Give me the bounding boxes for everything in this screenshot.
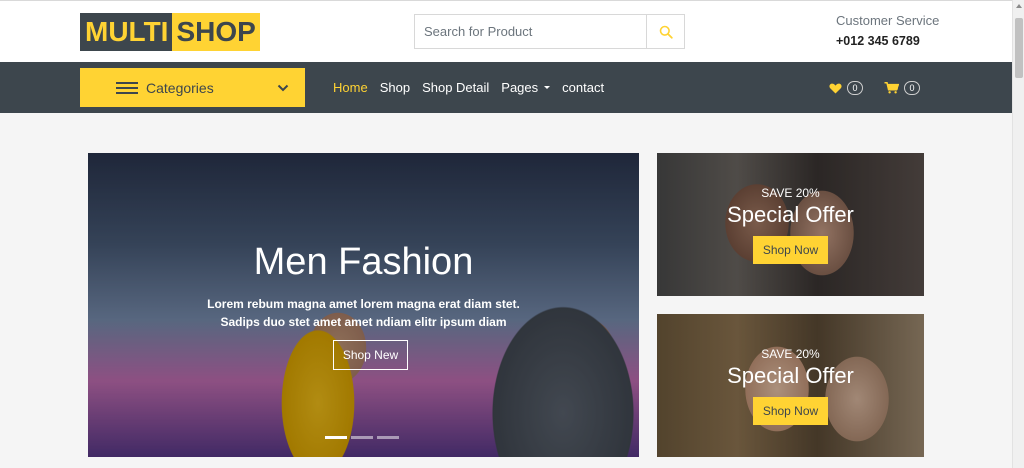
- brand-logo-part2: SHOP: [172, 13, 260, 51]
- categories-label: Categories: [146, 79, 214, 96]
- nav-item-shop[interactable]: Shop: [380, 80, 410, 95]
- page-scrollbar[interactable]: [1012, 0, 1024, 468]
- main-menu: Home Shop Shop Detail Pages contact: [333, 80, 616, 95]
- scrollbar-thumb[interactable]: [1015, 18, 1023, 78]
- nav-item-shop-detail[interactable]: Shop Detail: [422, 80, 489, 95]
- cart-count-badge: 0: [904, 81, 920, 95]
- categories-button[interactable]: Categories: [80, 68, 305, 107]
- customer-service-phone: +012 345 6789: [836, 34, 920, 48]
- hamburger-icon: [116, 81, 138, 94]
- wishlist-count-badge: 0: [847, 81, 863, 95]
- offer-banner-1: SAVE 20% Special Offer Shop Now: [657, 153, 924, 296]
- nav-item-pages[interactable]: Pages: [501, 80, 551, 95]
- navbar: Categories Home Shop Shop Detail Pages c…: [0, 62, 1012, 113]
- cart-link[interactable]: 0: [884, 81, 920, 95]
- offer-shop-button-1[interactable]: Shop Now: [753, 236, 828, 264]
- customer-service: Customer Service +012 345 6789: [836, 13, 939, 48]
- offer-banner-2: SAVE 20% Special Offer Shop Now: [657, 314, 924, 457]
- carousel-indicator-2[interactable]: [351, 436, 373, 439]
- nav-item-contact[interactable]: contact: [562, 80, 604, 95]
- search-icon: [659, 25, 673, 39]
- search-bar: [414, 14, 685, 49]
- carousel-indicators: [325, 436, 403, 439]
- customer-service-label: Customer Service: [836, 13, 940, 28]
- offer-save-label-1: SAVE 20%: [761, 186, 820, 200]
- brand-logo-part1: MULTI: [80, 13, 173, 51]
- chevron-down-icon: [277, 84, 289, 91]
- hero-title: Men Fashion: [253, 241, 474, 283]
- offer-shop-button-2[interactable]: Shop Now: [753, 397, 828, 425]
- cart-icon: [884, 82, 899, 94]
- search-input[interactable]: [415, 15, 646, 48]
- offer-save-label-2: SAVE 20%: [761, 347, 820, 361]
- hero-shop-button[interactable]: Shop New: [333, 340, 408, 370]
- brand-logo[interactable]: MULTI SHOP: [80, 13, 260, 51]
- nav-item-home[interactable]: Home: [333, 80, 368, 95]
- top-bar: MULTI SHOP Customer Service +012 345 678…: [0, 0, 1012, 62]
- offer-title-1: Special Offer: [727, 202, 854, 227]
- heart-icon: [829, 83, 842, 93]
- hero-carousel[interactable]: Men Fashion Lorem rebum magna amet lorem…: [88, 153, 639, 457]
- scroll-up-icon[interactable]: [1016, 4, 1022, 8]
- hero-description: Lorem rebum magna amet lorem magna erat …: [207, 297, 520, 329]
- carousel-indicator-3[interactable]: [377, 436, 399, 439]
- wishlist-link[interactable]: 0: [829, 81, 863, 95]
- offer-title-2: Special Offer: [727, 363, 854, 388]
- nav-item-pages-label: Pages: [501, 80, 539, 95]
- carousel-indicator-1[interactable]: [325, 436, 347, 439]
- search-button[interactable]: [646, 15, 684, 48]
- caret-down-icon: [544, 86, 551, 89]
